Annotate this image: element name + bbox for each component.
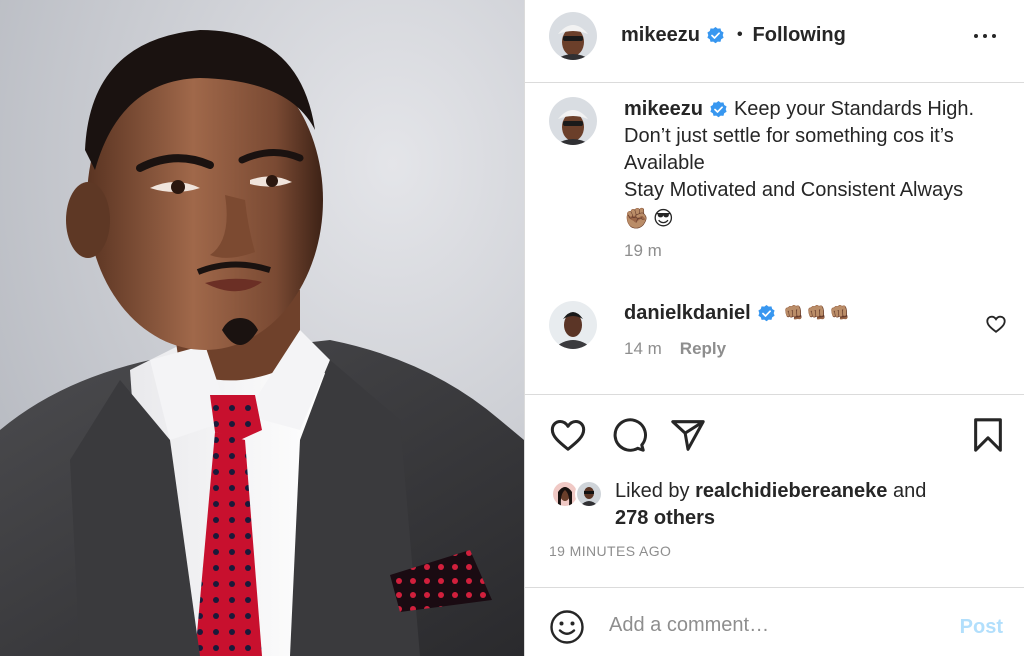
post-comment-button[interactable]: Post xyxy=(960,616,1003,639)
commenter-avatar[interactable] xyxy=(549,301,597,349)
likes-and: and xyxy=(892,480,927,502)
more-options-icon[interactable] xyxy=(971,22,999,50)
author-username[interactable]: mikeezu xyxy=(621,24,700,47)
likes-summary: Liked by realchidiebereaneke and 278 oth… xyxy=(551,478,926,532)
reply-button[interactable]: Reply xyxy=(680,339,726,359)
author-avatar[interactable] xyxy=(549,12,597,60)
post-actions: Liked by realchidiebereaneke and 278 oth… xyxy=(525,396,1024,588)
comment-emojis: 👊🏽 👊🏽 👊🏽 xyxy=(784,303,850,323)
separator-dot: • xyxy=(736,26,743,43)
caption-time[interactable]: 19 m xyxy=(624,241,662,261)
comment-meta: 14 m Reply xyxy=(624,339,726,359)
liked-by-user[interactable]: realchidiebereaneke xyxy=(695,480,887,502)
follow-status-button[interactable]: Following xyxy=(753,24,846,47)
share-icon[interactable] xyxy=(669,416,707,454)
caption-text: mikeezu Keep your Standards High. Don’t j… xyxy=(624,96,1004,233)
liker-avatars xyxy=(551,478,609,508)
verified-badge-icon xyxy=(757,304,776,323)
fist-bump-emoji: 👊🏽 xyxy=(783,305,804,322)
caption-author-avatar[interactable] xyxy=(549,97,597,145)
sunglasses-emoji: 😎 xyxy=(652,208,674,230)
post-detail-panel: mikeezu • Following mikeezu Keep your Sta… xyxy=(524,0,1024,656)
add-comment-box: Post xyxy=(525,589,1024,656)
verified-badge-icon xyxy=(706,26,725,45)
emoji-icon[interactable] xyxy=(549,609,585,645)
comment-icon[interactable] xyxy=(609,416,647,454)
comment-like-heart-icon[interactable] xyxy=(985,313,1007,335)
comments-section: mikeezu Keep your Standards High. Don’t j… xyxy=(525,83,1024,395)
likes-others-count[interactable]: 278 others xyxy=(615,507,715,529)
post-timestamp[interactable]: 19 MINUTES AGO xyxy=(549,543,671,559)
caption-line: Don’t just settle for something cos it’s xyxy=(624,125,954,147)
fist-emoji: ✊🏽 xyxy=(624,208,649,230)
post-photo-illustration xyxy=(0,0,524,656)
header-line: mikeezu • Following xyxy=(621,22,846,48)
caption-line: Available xyxy=(624,152,705,174)
bookmark-icon[interactable] xyxy=(969,416,1007,454)
caption-author-username[interactable]: mikeezu xyxy=(624,98,703,120)
fist-bump-emoji: 👊🏽 xyxy=(829,305,850,322)
commenter-username[interactable]: danielkdaniel xyxy=(624,302,751,325)
liked-by-label: Liked by xyxy=(615,480,690,502)
comment-input[interactable] xyxy=(609,605,929,645)
comment-line: danielkdaniel 👊🏽 👊🏽 👊🏽 xyxy=(624,300,849,326)
post-photo[interactable] xyxy=(0,0,524,656)
liker-avatar[interactable] xyxy=(575,480,603,508)
caption-line: Keep your Standards High. xyxy=(733,98,975,120)
post-header: mikeezu • Following xyxy=(525,0,1024,83)
likes-text: Liked by realchidiebereaneke and 278 oth… xyxy=(615,478,926,532)
caption-line: Stay Motivated and Consistent Always xyxy=(624,179,964,201)
verified-badge-icon xyxy=(709,100,728,119)
caption-emojis: ✊🏽 😎 xyxy=(624,206,1004,233)
comment-time[interactable]: 14 m xyxy=(624,339,662,359)
fist-bump-emoji: 👊🏽 xyxy=(806,305,827,322)
heart-icon[interactable] xyxy=(549,416,587,454)
